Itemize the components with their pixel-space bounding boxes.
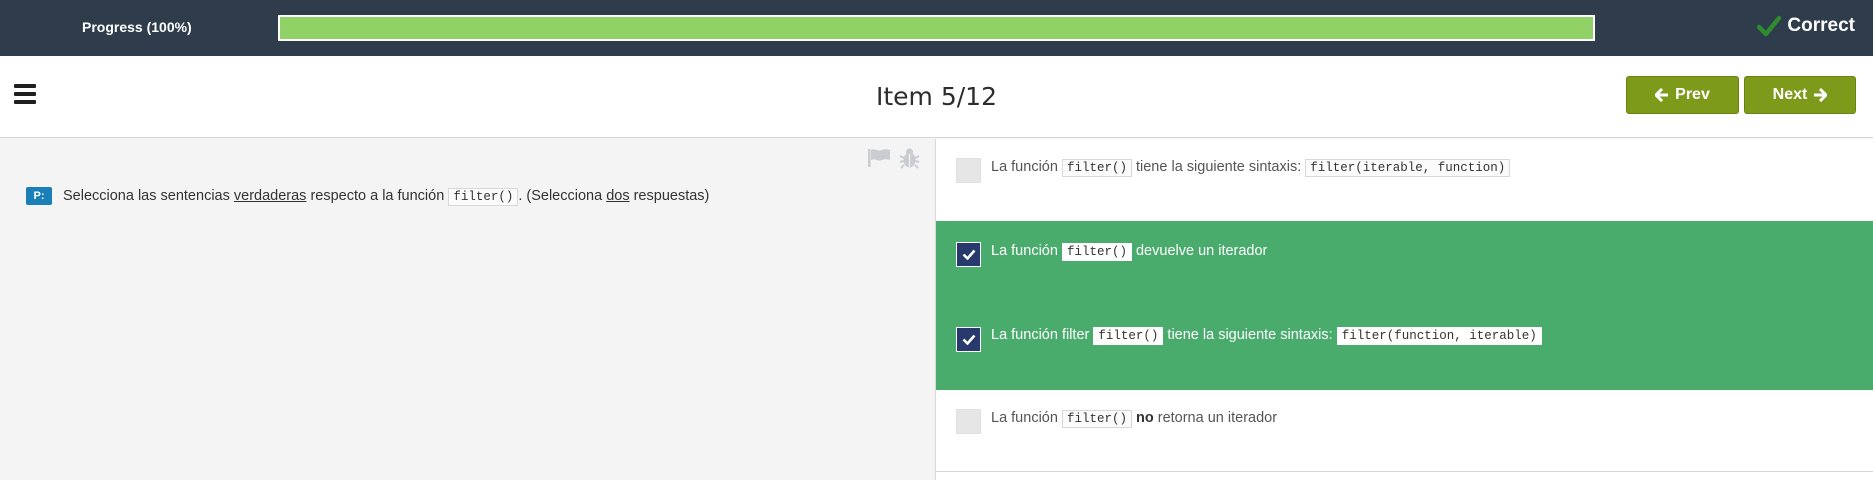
question-code: filter() (448, 188, 519, 206)
status-label: Correct (1787, 15, 1855, 36)
question-text-part: . (Selecciona (518, 188, 607, 204)
item-counter-title: Item 5/12 (876, 82, 997, 111)
answer-text: La función filter() devuelve un iterador (991, 243, 1268, 261)
progress-bar (278, 15, 1595, 41)
question-text-part: respecto a la función (306, 188, 449, 204)
prev-button[interactable]: Prev (1626, 76, 1739, 114)
answer-option-4[interactable]: La función filter() no retorna un iterad… (936, 390, 1873, 472)
progress-fill (280, 17, 1593, 39)
check-icon (1757, 15, 1782, 37)
item-header: Item 5/12 Prev Next (0, 56, 1873, 138)
arrow-right-icon (1814, 88, 1828, 102)
answer-option-2[interactable]: La función filter() devuelve un iterador (936, 221, 1873, 306)
answer-checkbox[interactable] (956, 158, 981, 183)
answers-panel: La función filter() tiene la siguiente s… (936, 139, 1873, 480)
answer-text: La función filter filter() tiene la sigu… (991, 327, 1542, 345)
bug-icon[interactable] (899, 147, 920, 169)
top-bar: Progress (100%) Correct (0, 0, 1873, 56)
answer-checkbox[interactable] (956, 409, 981, 434)
next-button-label: Next (1772, 86, 1808, 103)
question-text-part: respuestas) (629, 188, 710, 204)
next-button[interactable]: Next (1744, 76, 1856, 114)
question-panel: P: Selecciona las sentencias verdaderas … (0, 139, 936, 480)
answer-text: La función filter() no retorna un iterad… (991, 410, 1278, 428)
question-badge: P: (26, 187, 52, 205)
answer-checkbox-checked[interactable] (956, 242, 981, 267)
answer-text: La función filter() tiene la siguiente s… (991, 159, 1511, 177)
checkmark-icon (962, 334, 975, 345)
question-emphasis-dos: dos (606, 188, 630, 204)
checkmark-icon (962, 249, 975, 260)
flag-icon[interactable] (867, 148, 891, 168)
status-indicator: Correct (1757, 15, 1855, 37)
answer-option-1[interactable]: La función filter() tiene la siguiente s… (936, 139, 1873, 221)
question-text-part: Selecciona las sentencias (63, 188, 234, 204)
arrow-left-icon (1655, 88, 1669, 102)
question-emphasis-verdaderas: verdaderas (233, 188, 307, 204)
prev-button-label: Prev (1675, 86, 1710, 103)
question-text: Selecciona las sentencias verdaderas res… (63, 185, 709, 208)
answer-checkbox-checked[interactable] (956, 327, 981, 352)
progress-label: Progress (100%) (82, 19, 192, 35)
answer-option-3[interactable]: La función filter filter() tiene la sigu… (936, 306, 1873, 390)
